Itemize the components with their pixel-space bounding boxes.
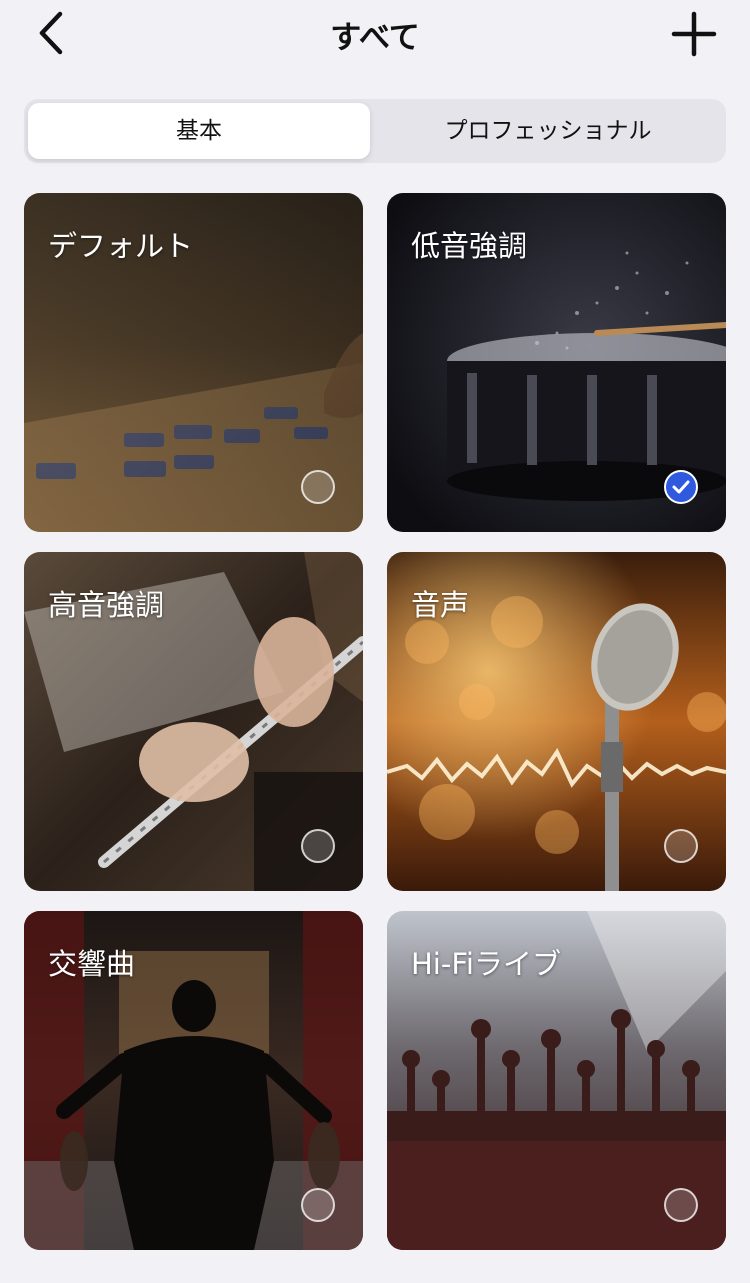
preset-label: 低音強調 <box>411 229 528 263</box>
preset-label: デフォルト <box>48 229 194 263</box>
page-title: すべて <box>330 20 420 56</box>
preset-label: 音声 <box>411 588 470 622</box>
tab-basic[interactable]: 基本 <box>28 103 370 159</box>
preset-card-hifi-live[interactable]: Hi-Fiライブ <box>387 911 726 1250</box>
select-radio[interactable] <box>301 470 335 504</box>
select-radio-checked[interactable] <box>664 470 698 504</box>
select-radio[interactable] <box>301 829 335 863</box>
select-radio[interactable] <box>301 1188 335 1222</box>
preset-card-bass-boost[interactable]: 低音強調 <box>387 193 726 532</box>
checkmark-icon <box>672 480 690 494</box>
preset-label: 交響曲 <box>48 947 136 981</box>
preset-card-treble-boost[interactable]: 高音強調 <box>24 552 363 891</box>
preset-card-default[interactable]: デフォルト <box>24 193 363 532</box>
preset-card-vocal[interactable]: 音声 <box>387 552 726 891</box>
top-bar: すべて <box>0 0 750 70</box>
preset-label: Hi-Fiライブ <box>411 947 561 981</box>
tab-professional[interactable]: プロフェッショナル <box>374 103 722 159</box>
preset-card-symphony[interactable]: 交響曲 <box>24 911 363 1250</box>
preset-label: 高音強調 <box>48 588 165 622</box>
select-radio[interactable] <box>664 1188 698 1222</box>
select-radio[interactable] <box>664 829 698 863</box>
add-button[interactable] <box>664 8 724 60</box>
plus-icon <box>671 11 717 57</box>
segmented-control: 基本 プロフェッショナル <box>24 99 726 163</box>
